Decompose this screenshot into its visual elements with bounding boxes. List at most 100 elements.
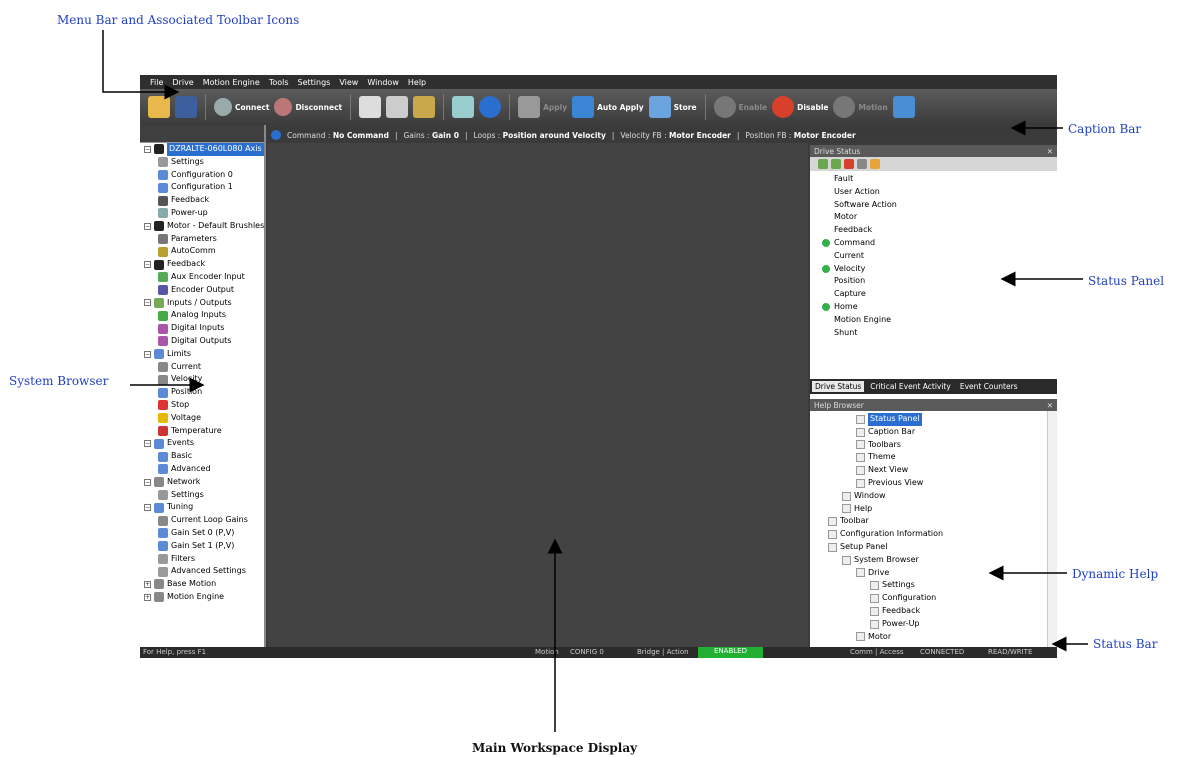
help-item[interactable]: Drive (810, 567, 1057, 580)
help-icon[interactable] (479, 96, 502, 118)
help-item[interactable]: Previous View (810, 477, 1057, 490)
tree-item[interactable]: Configuration 0 (140, 169, 264, 182)
help-item[interactable]: Window (810, 490, 1057, 503)
status-item[interactable]: Command (822, 237, 1057, 250)
expand-icon[interactable]: + (144, 593, 151, 601)
tree-item[interactable]: − Motor - Default Brushless (140, 220, 264, 233)
tree-item[interactable]: Feedback (140, 194, 264, 207)
help-item[interactable]: Configuration (810, 592, 1057, 605)
tree-item[interactable]: − Feedback (140, 258, 264, 271)
status-item[interactable]: Feedback (822, 224, 1057, 237)
main-workspace[interactable] (268, 143, 808, 648)
tree-item[interactable]: Current (140, 361, 264, 374)
tree-item[interactable]: Stop (140, 399, 264, 412)
tree-item[interactable]: Temperature (140, 425, 264, 438)
scope-icon[interactable] (359, 96, 382, 118)
menu-item-file[interactable]: File (150, 78, 163, 87)
refresh-icon[interactable] (892, 96, 915, 118)
tab-event-counters[interactable]: Event Counters (957, 381, 1021, 392)
tree-item[interactable]: + Base Motion (140, 578, 264, 591)
help-scrollbar[interactable] (1047, 411, 1057, 647)
menu-item-motion-engine[interactable]: Motion Engine (203, 78, 260, 87)
motion-button[interactable]: Motion (833, 93, 888, 121)
memory-icon[interactable] (413, 96, 436, 118)
tree-item[interactable]: Velocity (140, 373, 264, 386)
filter-icon[interactable] (870, 159, 880, 169)
menu-item-tools[interactable]: Tools (269, 78, 289, 87)
tree-item[interactable]: − DZRALTE-060L080 Axis (140, 143, 264, 156)
help-item[interactable]: Power-Up (810, 618, 1057, 631)
tab-critical-event-activity[interactable]: Critical Event Activity (867, 381, 954, 392)
tree-item[interactable]: Current Loop Gains (140, 514, 264, 527)
close-icon[interactable]: ✕ (1047, 401, 1053, 410)
status-item[interactable]: Velocity (822, 263, 1057, 276)
status-item[interactable]: Motion Engine (822, 314, 1057, 327)
filter-icon[interactable] (857, 159, 867, 169)
tree-item[interactable]: Settings (140, 156, 264, 169)
tree-item[interactable]: Filters (140, 553, 264, 566)
tree-item[interactable]: + Motion Engine (140, 591, 264, 604)
status-item[interactable]: Software Action (822, 199, 1057, 212)
status-item[interactable]: Fault (822, 173, 1057, 186)
menu-item-window[interactable]: Window (367, 78, 399, 87)
tree-item[interactable]: Power-up (140, 207, 264, 220)
tree-item[interactable]: − Inputs / Outputs (140, 297, 264, 310)
tree-item[interactable]: Advanced (140, 463, 264, 476)
close-icon[interactable]: ✕ (1047, 147, 1053, 156)
apply-button[interactable]: Apply (518, 93, 567, 121)
status-item[interactable]: Motor (822, 211, 1057, 224)
collapse-icon[interactable]: − (144, 350, 151, 358)
help-item[interactable]: Setup Panel (810, 541, 1057, 554)
filter-icon[interactable] (818, 159, 828, 169)
save-icon[interactable] (175, 96, 197, 118)
collapse-icon[interactable]: − (144, 440, 151, 448)
status-item[interactable]: Capture (822, 288, 1057, 301)
menu-item-view[interactable]: View (339, 78, 358, 87)
tree-item[interactable]: Aux Encoder Input (140, 271, 264, 284)
collapse-icon[interactable]: − (144, 222, 151, 230)
status-item[interactable]: Shunt (822, 327, 1057, 340)
help-item[interactable]: Toolbar (810, 515, 1057, 528)
auto-apply-button[interactable]: Auto Apply (572, 93, 644, 121)
open-folder-icon[interactable] (148, 96, 170, 118)
help-item[interactable]: Theme (810, 451, 1057, 464)
disable-button[interactable]: Disable (772, 93, 828, 121)
status-item[interactable]: Current (822, 250, 1057, 263)
tree-item[interactable]: Basic (140, 450, 264, 463)
help-item[interactable]: Motor (810, 631, 1057, 644)
help-item[interactable]: Configuration Information (810, 528, 1057, 541)
tree-item[interactable]: Gain Set 1 (P,V) (140, 540, 264, 553)
help-item[interactable]: Caption Bar (810, 426, 1057, 439)
filter-icon[interactable] (831, 159, 841, 169)
tree-item[interactable]: Encoder Output (140, 284, 264, 297)
help-item[interactable]: Next View (810, 464, 1057, 477)
menu-item-settings[interactable]: Settings (298, 78, 331, 87)
tree-item[interactable]: − Network (140, 476, 264, 489)
tuning-icon[interactable] (452, 96, 475, 118)
help-item[interactable]: System Browser (810, 554, 1057, 567)
tree-item[interactable]: Gain Set 0 (P,V) (140, 527, 264, 540)
tree-item[interactable]: Settings (140, 489, 264, 502)
table-icon[interactable] (386, 96, 409, 118)
menu-item-help[interactable]: Help (408, 78, 426, 87)
tree-item[interactable]: − Events (140, 437, 264, 450)
status-item[interactable]: Position (822, 275, 1057, 288)
collapse-icon[interactable]: − (144, 478, 151, 486)
help-item[interactable]: Feedback (810, 605, 1057, 618)
tree-item[interactable]: Advanced Settings (140, 565, 264, 578)
tab-drive-status[interactable]: Drive Status (812, 381, 865, 392)
tree-item[interactable]: AutoComm (140, 245, 264, 258)
tree-item[interactable]: − Tuning (140, 501, 264, 514)
menu-item-drive[interactable]: Drive (172, 78, 193, 87)
tree-item[interactable]: Voltage (140, 412, 264, 425)
tree-item[interactable]: Position (140, 386, 264, 399)
tree-item[interactable]: Digital Inputs (140, 322, 264, 335)
tree-item[interactable]: Analog Inputs (140, 309, 264, 322)
store-button[interactable]: Store (648, 93, 697, 121)
tree-item[interactable]: Parameters (140, 233, 264, 246)
status-item[interactable]: Home (822, 301, 1057, 314)
collapse-icon[interactable]: − (144, 299, 151, 307)
enable-button[interactable]: Enable (713, 93, 767, 121)
help-item[interactable]: Toolbars (810, 439, 1057, 452)
collapse-icon[interactable]: − (144, 504, 151, 512)
